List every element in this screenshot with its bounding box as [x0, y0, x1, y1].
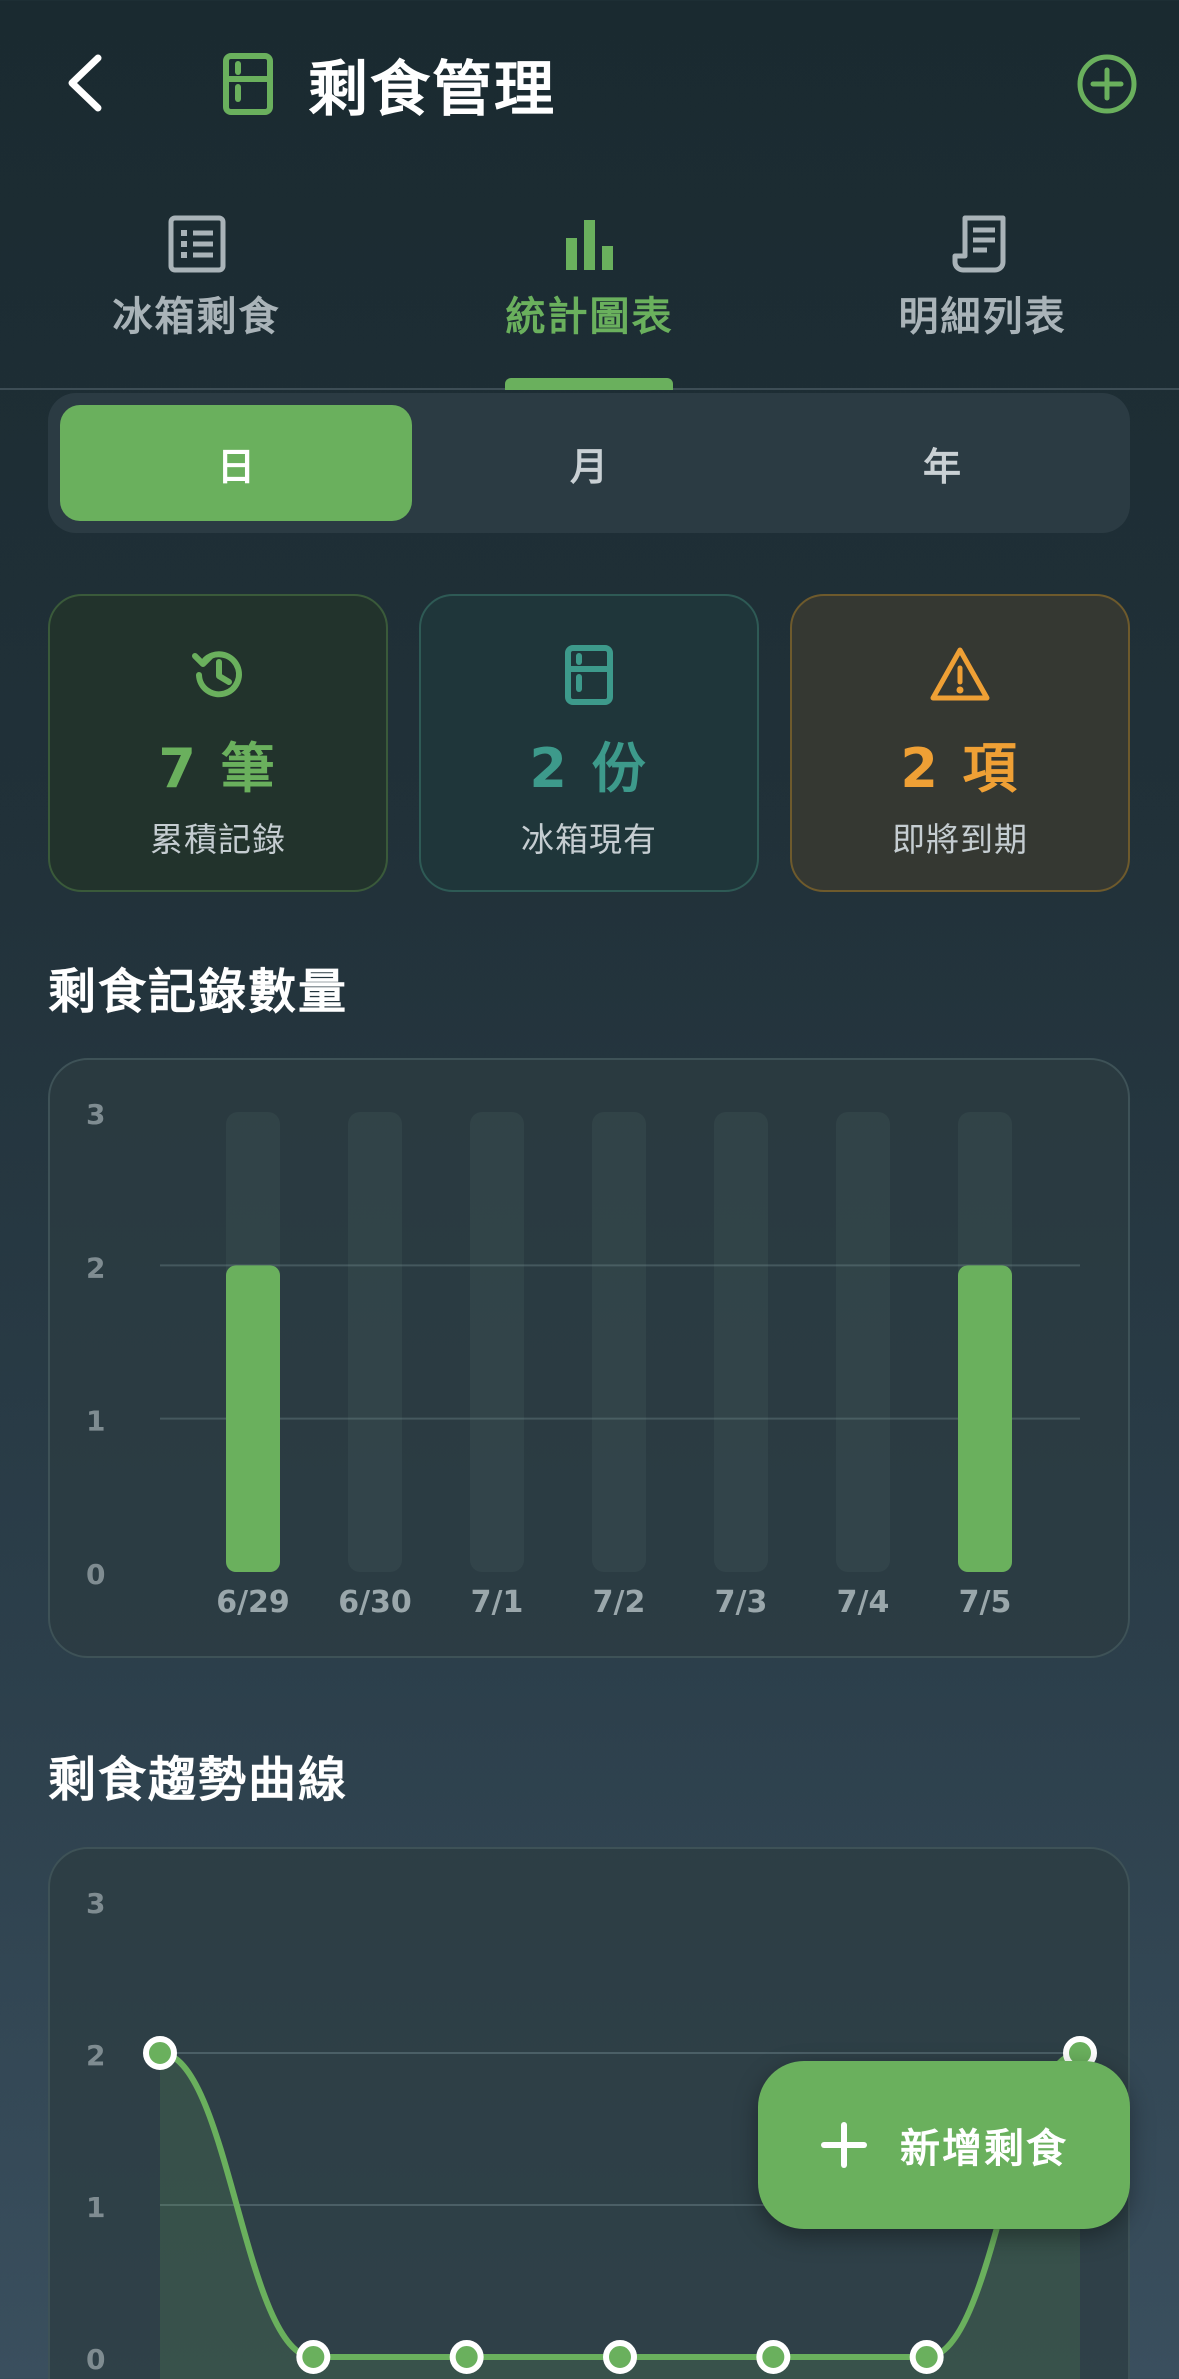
x-tick-label: 7/4	[837, 1585, 890, 1620]
y-tick-label: 1	[86, 1405, 105, 1438]
active-tab-indicator	[505, 378, 673, 390]
bar-track	[836, 1112, 890, 1572]
title-group: 剩食管理	[222, 48, 556, 125]
y-tick-label: 3	[86, 1887, 105, 1920]
x-tick-label: 7/5	[959, 1585, 1012, 1620]
y-tick-label: 0	[86, 1558, 105, 1591]
data-point	[756, 2340, 791, 2374]
bar-track	[348, 1112, 402, 1572]
plus-icon	[821, 2122, 867, 2168]
data-point	[449, 2340, 484, 2374]
bar-track	[470, 1112, 524, 1572]
bar	[958, 1265, 1012, 1572]
tab-label: 冰箱剩食	[112, 294, 281, 340]
plus-circle-icon[interactable]	[1075, 52, 1139, 116]
stat-label: 累積記錄	[150, 820, 286, 859]
bar-chart: 0 1 2 3 6/29 6/30 7/1 7/2 7/3 7/4 7/5	[86, 1098, 1080, 1620]
tab-statistics[interactable]: 統計圖表	[393, 200, 786, 390]
x-tick-label: 6/29	[216, 1585, 290, 1620]
stat-value: 7 筆	[158, 737, 278, 800]
stat-card-total-records: 7 筆 累積記錄	[48, 594, 388, 892]
history-icon	[192, 651, 242, 698]
stat-value: 2 份	[529, 737, 649, 800]
tab-bar: 冰箱剩食 統計圖表 明細列表	[0, 200, 1179, 390]
fridge-icon	[565, 645, 613, 705]
y-tick-label: 2	[86, 2039, 105, 2072]
stat-value: 2 項	[900, 737, 1020, 800]
bar-chart-icon	[565, 220, 613, 270]
tab-fridge-leftovers[interactable]: 冰箱剩食	[0, 200, 393, 390]
stat-label: 冰箱現有	[521, 820, 657, 859]
fridge-icon	[223, 53, 273, 115]
tab-label: 統計圖表	[505, 294, 674, 340]
add-leftover-button[interactable]: 新增剩食	[758, 2061, 1130, 2229]
y-tick-label: 0	[86, 2343, 105, 2376]
warning-icon	[930, 647, 990, 701]
page-title: 剩食管理	[308, 54, 556, 125]
period-month[interactable]: 月	[413, 405, 765, 521]
chevron-left-icon[interactable]	[52, 48, 122, 118]
fab-label: 新增剩食	[900, 2126, 1068, 2172]
bar	[226, 1265, 280, 1572]
period-day[interactable]: 日	[60, 405, 412, 521]
y-tick-label: 2	[86, 1251, 105, 1284]
period-year[interactable]: 年	[766, 405, 1118, 521]
stat-card-expiring-soon: 2 項 即將到期	[790, 594, 1130, 892]
bar-track	[714, 1112, 768, 1572]
data-point	[909, 2340, 944, 2374]
period-selector: 日 月 年	[48, 393, 1130, 533]
stat-card-in-fridge: 2 份 冰箱現有	[419, 594, 759, 892]
stat-label: 即將到期	[892, 820, 1028, 859]
x-tick-label: 6/30	[338, 1585, 412, 1620]
bar-track	[592, 1112, 646, 1572]
data-point	[143, 2036, 177, 2070]
x-tick-label: 7/1	[471, 1585, 524, 1620]
receipt-icon	[952, 215, 1005, 273]
x-tick-label: 7/2	[593, 1585, 646, 1620]
y-tick-label: 3	[86, 1098, 105, 1131]
data-point	[603, 2340, 637, 2374]
y-tick-label: 1	[86, 2191, 105, 2224]
tab-label: 明細列表	[898, 294, 1067, 340]
tab-detail-list[interactable]: 明細列表	[786, 200, 1179, 390]
x-tick-label: 7/3	[715, 1585, 768, 1620]
line-chart-title: 剩食趨勢曲線	[48, 1752, 349, 1808]
list-icon	[168, 215, 225, 273]
app-header: 剩食管理	[0, 0, 1179, 170]
data-point	[296, 2340, 331, 2374]
bar-chart-card: 0 1 2 3 6/29 6/30 7/1 7/2 7/3 7/4 7/5	[48, 1058, 1130, 1658]
bar-chart-title: 剩食記錄數量	[48, 964, 349, 1020]
